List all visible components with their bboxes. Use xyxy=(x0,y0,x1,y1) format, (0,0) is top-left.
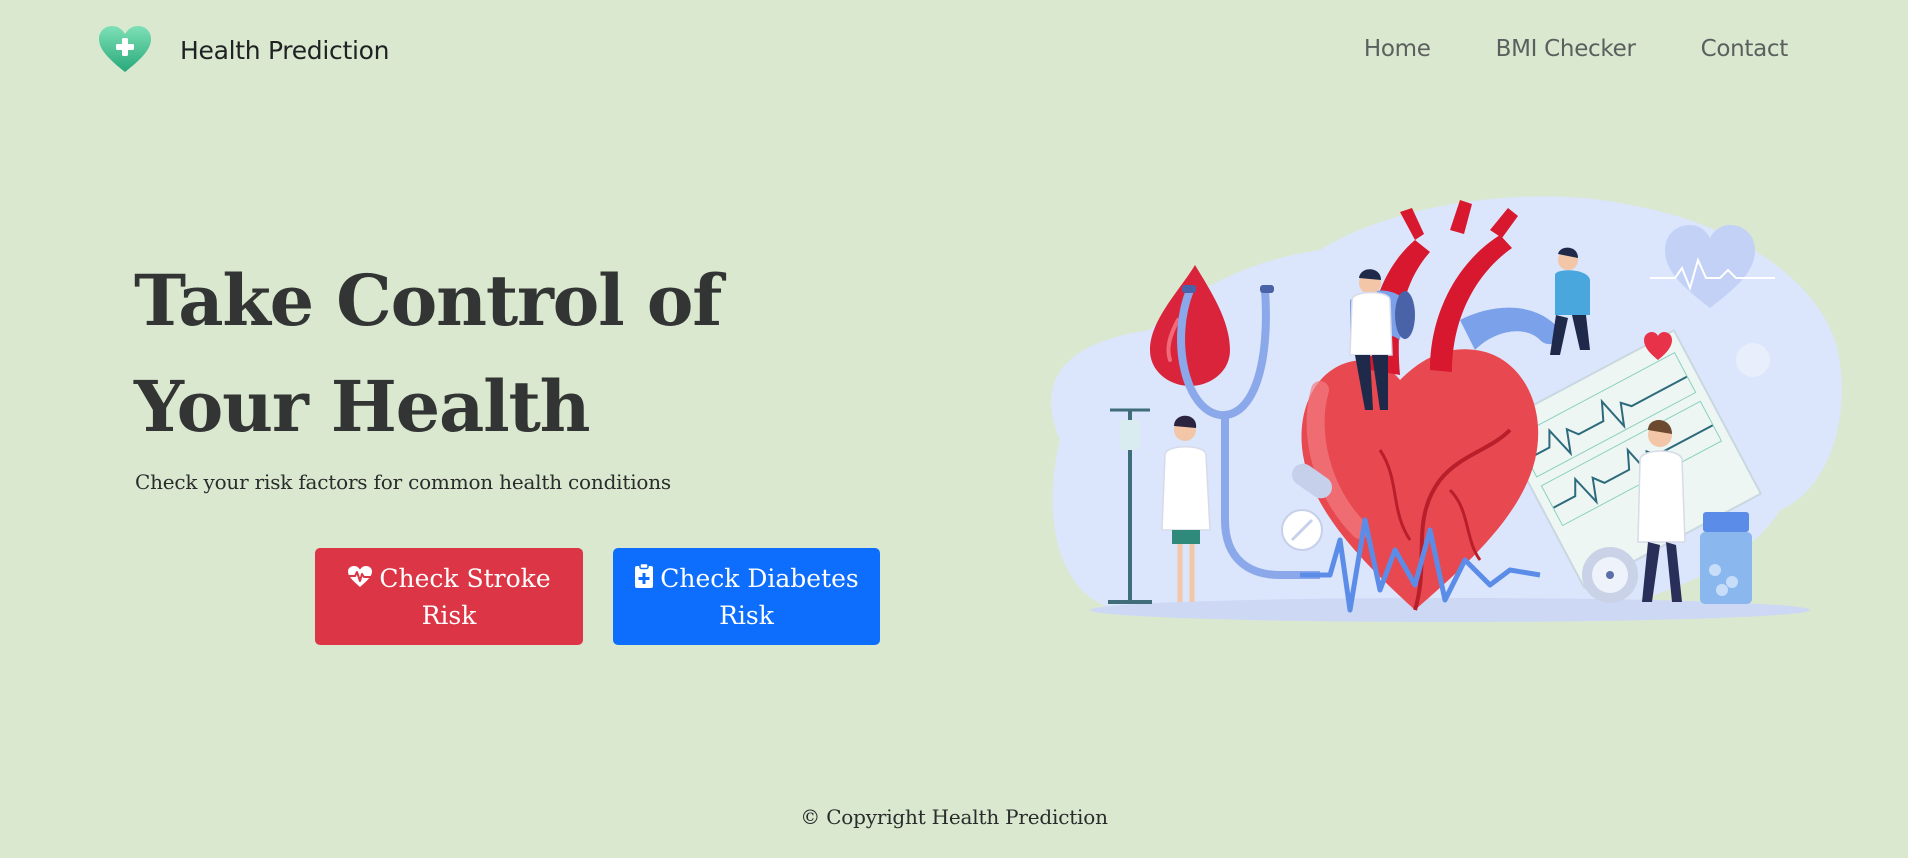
brand-name: Health Prediction xyxy=(180,35,390,65)
nav-menu: Home BMI Checker Contact xyxy=(1299,36,1788,62)
hero-title: Take Control of Your Health xyxy=(134,259,722,448)
footer: © Copyright Health Prediction xyxy=(0,805,1908,829)
clipboard-plus-icon xyxy=(635,562,654,588)
heart-pulse-icon xyxy=(348,565,373,587)
nav-home-link[interactable]: Home xyxy=(1364,36,1431,62)
hero-subtitle: Check your risk factors for common healt… xyxy=(135,470,671,494)
heart-with-doctors-illustration xyxy=(1051,196,1842,622)
check-diabetes-risk-label: Check Diabetes Risk xyxy=(660,563,859,630)
navbar: Health Prediction Home BMI Checker Conta… xyxy=(0,0,1908,100)
brand-link[interactable]: Health Prediction xyxy=(98,26,389,74)
check-stroke-risk-label: Check Stroke Risk xyxy=(379,563,551,630)
check-diabetes-risk-button[interactable]: Check Diabetes Risk xyxy=(613,548,880,645)
nav-contact-link[interactable]: Contact xyxy=(1701,36,1789,62)
copyright-text: Copyright Health Prediction xyxy=(826,805,1108,829)
nav-bmi-checker-link[interactable]: BMI Checker xyxy=(1496,36,1636,62)
heart-plus-icon xyxy=(99,26,151,72)
copyright-icon: © xyxy=(800,805,821,829)
check-stroke-risk-button[interactable]: Check Stroke Risk xyxy=(315,548,583,645)
